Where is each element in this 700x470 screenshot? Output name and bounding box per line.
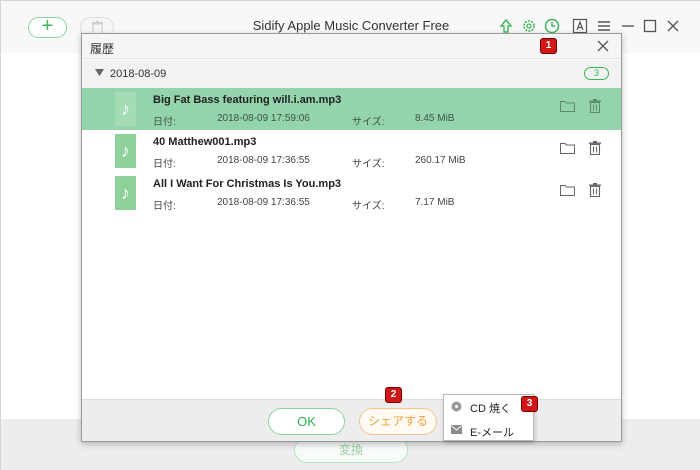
group-count-badge: 3 (584, 67, 609, 80)
track-size: 8.45 MiB (415, 113, 455, 124)
folder-icon[interactable] (560, 142, 575, 154)
size-label: サイズ: (352, 201, 385, 212)
folder-icon[interactable] (560, 100, 575, 112)
cd-icon (451, 401, 462, 412)
history-row[interactable]: ♪ All I Want For Christmas Is You.mp3 日付… (82, 172, 621, 214)
dialog-footer: OK シェアする (82, 399, 621, 441)
menu-item-label: E-メール (470, 427, 514, 439)
trash-icon[interactable] (589, 99, 601, 113)
history-dialog: 履歴 2018-08-09 3 ♪ Big Fat Bass featuring… (81, 33, 622, 442)
history-row[interactable]: ♪ 40 Matthew001.mp3 日付: 2018-08-09 17:36… (82, 130, 621, 172)
callout-badge: 2 (385, 387, 402, 403)
collapse-arrow-icon[interactable] (95, 69, 104, 76)
dialog-title: 履歴 (90, 42, 115, 56)
size-label: サイズ: (352, 117, 385, 128)
track-name: Big Fat Bass featuring will.i.am.mp3 (153, 94, 342, 106)
group-date: 2018-08-09 (110, 68, 167, 80)
music-note-icon: ♪ (115, 176, 136, 210)
track-date: 2018-08-09 17:36:55 (217, 197, 310, 208)
add-button[interactable]: + (28, 16, 67, 38)
folder-icon[interactable] (560, 184, 575, 196)
trash-icon[interactable] (589, 141, 601, 155)
clock-history-icon[interactable] (544, 18, 560, 34)
track-date: 2018-08-09 17:36:55 (217, 155, 310, 166)
track-name: 40 Matthew001.mp3 (153, 136, 257, 148)
track-size: 260.17 MiB (415, 155, 466, 166)
callout-badge: 1 (540, 38, 557, 54)
close-icon[interactable] (665, 18, 681, 34)
date-label: 日付: (153, 117, 176, 128)
track-name: All I Want For Christmas Is You.mp3 (153, 178, 342, 190)
track-size: 7.17 MiB (415, 197, 455, 208)
music-note-icon: ♪ (115, 92, 136, 126)
gear-icon[interactable] (521, 18, 537, 34)
ok-button[interactable]: OK (268, 408, 345, 435)
share-button[interactable]: シェアする (359, 408, 437, 435)
maximize-icon[interactable] (642, 18, 658, 34)
font-icon[interactable] (572, 18, 588, 34)
trash-icon[interactable] (589, 183, 601, 197)
date-label: 日付: (153, 201, 176, 212)
app-title: Sidify Apple Music Converter Free (252, 18, 450, 33)
minimize-icon[interactable] (620, 18, 636, 34)
size-label: サイズ: (352, 159, 385, 170)
music-note-icon: ♪ (115, 134, 136, 168)
track-date: 2018-08-09 17:59:06 (217, 113, 310, 124)
menu-item-burn-cd[interactable]: CD 焼く (444, 395, 533, 418)
menu-item-label: CD 焼く (470, 403, 511, 415)
callout-badge: 3 (521, 396, 538, 412)
mail-icon (451, 425, 462, 434)
upload-icon[interactable] (498, 18, 514, 34)
menu-icon[interactable] (596, 18, 612, 34)
menu-item-email[interactable]: E-メール (444, 419, 533, 442)
dialog-close-icon[interactable] (596, 39, 610, 53)
date-label: 日付: (153, 159, 176, 170)
date-group-header[interactable]: 2018-08-09 3 (82, 60, 621, 88)
history-row[interactable]: ♪ Big Fat Bass featuring will.i.am.mp3 日… (82, 88, 621, 130)
